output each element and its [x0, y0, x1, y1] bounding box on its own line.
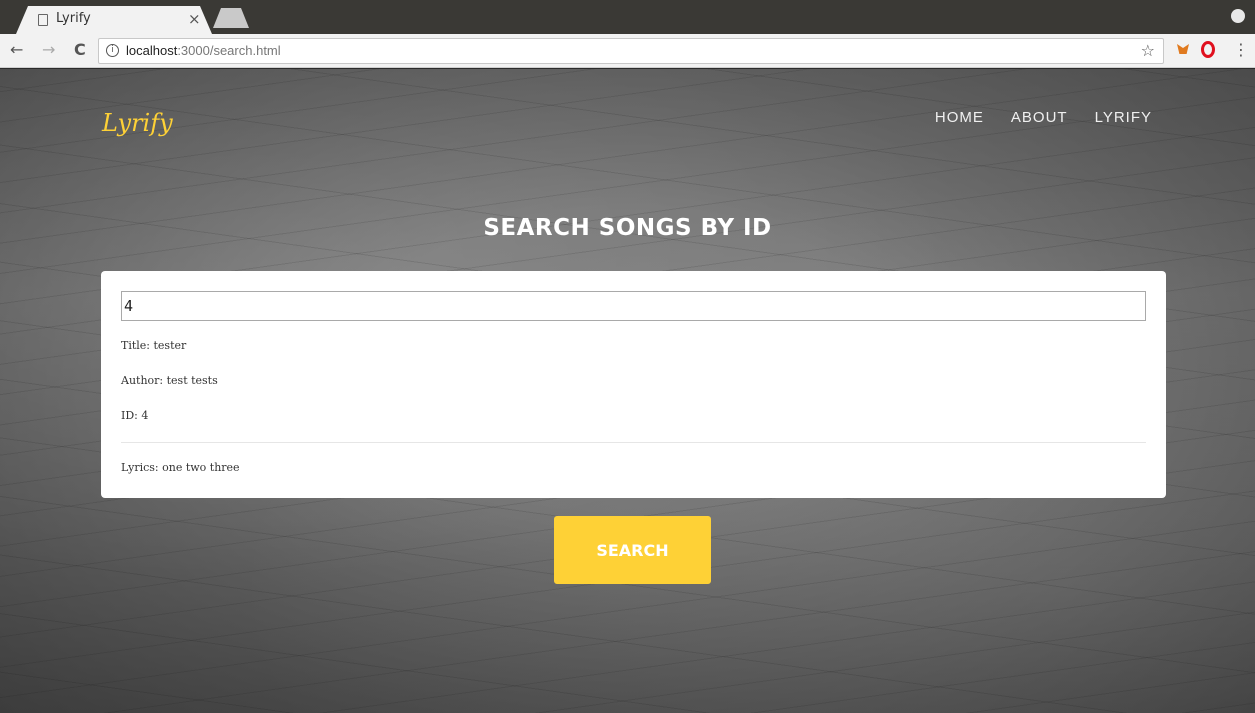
search-card: Title: tester Author: test tests ID: 4 L…	[101, 271, 1166, 498]
tab-title: Lyrify	[56, 11, 91, 26]
nav-home[interactable]: HOME	[935, 109, 984, 126]
tab-close-icon[interactable]: ×	[188, 10, 201, 28]
new-tab-button[interactable]	[213, 8, 249, 28]
result-lyrics: Lyrics: one two three	[121, 461, 240, 474]
url-host: localhost	[126, 43, 178, 58]
result-title: Title: tester	[121, 339, 187, 352]
address-bar[interactable]: i localhost:3000/search.html ☆	[98, 38, 1164, 64]
page-background: Lyrify HOME ABOUT LYRIFY SEARCH SONGS BY…	[0, 69, 1255, 713]
nav-about[interactable]: ABOUT	[1011, 109, 1068, 126]
main-nav: HOME ABOUT LYRIFY	[935, 109, 1152, 126]
reload-button[interactable]: C	[74, 40, 86, 59]
browser-toolbar: ← → C i localhost:3000/search.html ☆ ⋮	[0, 34, 1255, 68]
back-button[interactable]: ←	[10, 40, 23, 59]
opera-extension-icon[interactable]	[1201, 41, 1215, 58]
url-text: localhost:3000/search.html	[126, 43, 281, 58]
song-id-input[interactable]	[121, 291, 1146, 321]
browser-tab[interactable]: Lyrify ×	[16, 6, 212, 34]
result-id: ID: 4	[121, 409, 149, 422]
bookmark-star-icon[interactable]: ☆	[1141, 41, 1155, 60]
page-title: SEARCH SONGS BY ID	[483, 215, 772, 241]
divider	[121, 442, 1146, 443]
fox-extension-icon[interactable]	[1176, 42, 1190, 56]
browser-tab-strip: Lyrify ×	[0, 0, 1255, 34]
profile-icon[interactable]	[1231, 9, 1245, 23]
forward-button[interactable]: →	[42, 40, 55, 59]
site-logo[interactable]: Lyrify	[102, 109, 173, 137]
info-icon[interactable]: i	[106, 44, 119, 57]
url-path: :3000/search.html	[177, 43, 281, 58]
search-button[interactable]: SEARCH	[554, 516, 711, 584]
result-author: Author: test tests	[121, 374, 218, 387]
browser-menu-icon[interactable]: ⋮	[1233, 40, 1249, 59]
page-icon	[38, 14, 48, 26]
nav-lyrify[interactable]: LYRIFY	[1095, 109, 1152, 126]
